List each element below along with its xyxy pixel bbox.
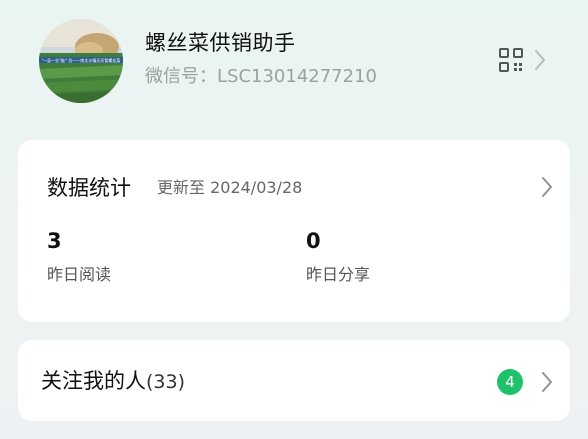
chevron-right-icon[interactable] (540, 175, 554, 199)
metric-value: 0 (306, 229, 321, 253)
followers-count: (33) (146, 371, 186, 393)
new-followers-badge: 4 (497, 369, 523, 395)
data-statistics-card[interactable]: 数据统计 更新至 2024/03/28 3 昨日阅读 0 昨日分享 (18, 140, 570, 322)
stats-updated-date: 更新至 2024/03/28 (157, 178, 303, 197)
metric-yesterday-reads: 3 昨日阅读 (47, 228, 247, 286)
chevron-right-icon (542, 372, 552, 392)
metric-label: 昨日阅读 (47, 265, 112, 284)
avatar[interactable]: ‘一县一业’推广员——南太水镇沃灵冒螺丝菜 (39, 19, 123, 103)
followers-row[interactable]: 关注我的人(33) 4 (18, 340, 570, 421)
account-name: 螺丝菜供销助手 (145, 31, 296, 55)
avatar-caption: ‘一县一业’推广员——南太水镇沃灵冒螺丝菜 (42, 57, 121, 63)
metric-label: 昨日分享 (306, 265, 371, 284)
metric-value: 3 (47, 229, 62, 253)
stats-title: 数据统计 (47, 176, 131, 200)
chevron-right-icon (535, 50, 545, 70)
followers-title: 关注我的人 (41, 369, 146, 393)
wechat-id: 微信号：LSC13014277210 (145, 66, 377, 87)
profile-header: ‘一县一业’推广员——南太水镇沃灵冒螺丝菜 螺丝菜供销助手 微信号：LSC130… (0, 0, 588, 130)
qr-code-icon (499, 48, 523, 72)
metric-yesterday-shares: 0 昨日分享 (306, 228, 506, 286)
avatar-image: ‘一县一业’推广员——南太水镇沃灵冒螺丝菜 (39, 19, 123, 103)
followers-label: 关注我的人(33) (41, 367, 185, 396)
qr-code-button[interactable] (494, 44, 550, 76)
